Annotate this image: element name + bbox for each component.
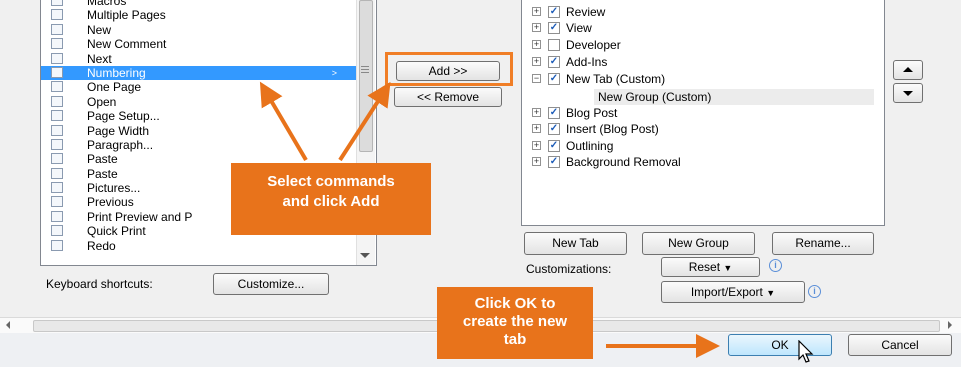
- arrow-to-add-button-icon: [338, 81, 391, 162]
- arrow-to-numbering-icon: [259, 81, 308, 162]
- annotation-arrows: [259, 81, 720, 358]
